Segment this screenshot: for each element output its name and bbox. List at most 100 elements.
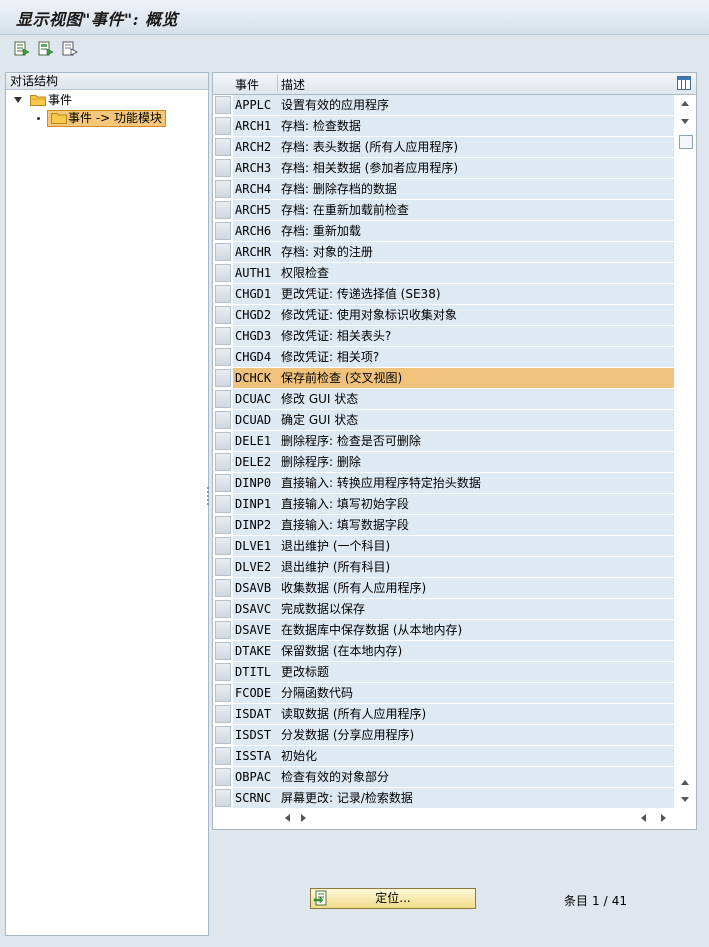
event-code-cell[interactable]: CHGD3 xyxy=(233,326,279,346)
row-selector[interactable] xyxy=(215,642,231,660)
table-row[interactable]: DCUAC 修改 GUI 状态 xyxy=(213,389,674,410)
event-description-cell[interactable]: 保存前检查 (交叉视图) xyxy=(279,368,674,388)
row-selector[interactable] xyxy=(215,474,231,492)
event-code-cell[interactable]: AUTH1 xyxy=(233,263,279,283)
event-description-cell[interactable]: 在数据库中保存数据 (从本地内存) xyxy=(279,620,674,640)
table-row[interactable]: OBPAC 检查有效的对象部分 xyxy=(213,767,674,788)
tree-node-event-function-module[interactable]: 事件 -> 功能模块 xyxy=(34,109,204,127)
table-row[interactable]: DLVE2 退出维护 (所有科目) xyxy=(213,557,674,578)
event-description-cell[interactable]: 直接输入: 填写数据字段 xyxy=(279,515,674,535)
row-selector[interactable] xyxy=(215,411,231,429)
expand-triangle-icon[interactable] xyxy=(14,97,22,103)
table-row[interactable]: DLVE1 退出维护 (一个科目) xyxy=(213,536,674,557)
row-selector[interactable] xyxy=(215,327,231,345)
row-selector[interactable] xyxy=(215,537,231,555)
table-row[interactable]: ARCH4 存档: 删除存档的数据 xyxy=(213,179,674,200)
row-selector[interactable] xyxy=(215,789,231,807)
event-code-cell[interactable]: DLVE2 xyxy=(233,557,279,577)
event-description-cell[interactable]: 修改 GUI 状态 xyxy=(279,389,674,409)
row-selector[interactable] xyxy=(215,432,231,450)
scroll-page-down-icon[interactable] xyxy=(681,119,689,124)
scroll-down-icon[interactable] xyxy=(681,797,689,802)
column-header-description[interactable]: 描述 xyxy=(281,76,305,93)
event-description-cell[interactable]: 权限检查 xyxy=(279,263,674,283)
event-description-cell[interactable]: 退出维护 (所有科目) xyxy=(279,557,674,577)
table-row[interactable]: ISDST 分发数据 (分享应用程序) xyxy=(213,725,674,746)
row-selector[interactable] xyxy=(215,138,231,156)
event-code-cell[interactable]: DINP2 xyxy=(233,515,279,535)
event-description-cell[interactable]: 确定 GUI 状态 xyxy=(279,410,674,430)
table-row[interactable]: ARCH6 存档: 重新加载 xyxy=(213,221,674,242)
event-code-cell[interactable]: ARCH5 xyxy=(233,200,279,220)
row-selector[interactable] xyxy=(215,453,231,471)
event-code-cell[interactable]: DCUAD xyxy=(233,410,279,430)
table-row[interactable]: DCUAD 确定 GUI 状态 xyxy=(213,410,674,431)
event-description-cell[interactable]: 读取数据 (所有人应用程序) xyxy=(279,704,674,724)
row-selector[interactable] xyxy=(215,558,231,576)
scroll-thumb[interactable] xyxy=(679,135,693,149)
scroll-page-up-icon[interactable] xyxy=(681,780,689,785)
row-selector[interactable] xyxy=(215,306,231,324)
event-description-cell[interactable]: 存档: 表头数据 (所有人应用程序) xyxy=(279,137,674,157)
event-description-cell[interactable]: 屏幕更改: 记录/检索数据 xyxy=(279,788,674,808)
row-selector[interactable] xyxy=(215,726,231,744)
row-selector[interactable] xyxy=(215,285,231,303)
event-description-cell[interactable]: 更改凭证: 传递选择值 (SE38) xyxy=(279,284,674,304)
event-description-cell[interactable]: 存档: 对象的注册 xyxy=(279,242,674,262)
tree-node-selected[interactable]: 事件 -> 功能模块 xyxy=(47,110,167,127)
row-selector[interactable] xyxy=(215,159,231,177)
row-selector[interactable] xyxy=(215,516,231,534)
event-description-cell[interactable]: 存档: 在重新加载前检查 xyxy=(279,200,674,220)
event-code-cell[interactable]: CHGD2 xyxy=(233,305,279,325)
table-row[interactable]: AUTH1 权限检查 xyxy=(213,263,674,284)
row-selector[interactable] xyxy=(215,96,231,114)
event-code-cell[interactable]: DCHCK xyxy=(233,368,279,388)
event-code-cell[interactable]: DSAVC xyxy=(233,599,279,619)
event-description-cell[interactable]: 修改凭证: 相关项? xyxy=(279,347,674,367)
event-code-cell[interactable]: DELE2 xyxy=(233,452,279,472)
event-code-cell[interactable]: ISSTA xyxy=(233,746,279,766)
event-description-cell[interactable]: 存档: 检查数据 xyxy=(279,116,674,136)
event-description-cell[interactable]: 完成数据以保存 xyxy=(279,599,674,619)
horizontal-scrollbar-left[interactable] xyxy=(281,811,311,825)
event-description-cell[interactable]: 存档: 删除存档的数据 xyxy=(279,179,674,199)
row-selector[interactable] xyxy=(215,201,231,219)
export-doc-icon[interactable] xyxy=(61,40,79,58)
table-row[interactable]: CHGD2 修改凭证: 使用对象标识收集对象 xyxy=(213,305,674,326)
table-row[interactable]: DSAVE 在数据库中保存数据 (从本地内存) xyxy=(213,620,674,641)
table-row[interactable]: DTITL 更改标题 xyxy=(213,662,674,683)
table-settings-icon[interactable] xyxy=(677,76,691,90)
event-description-cell[interactable]: 设置有效的应用程序 xyxy=(279,95,674,115)
event-code-cell[interactable]: ARCH4 xyxy=(233,179,279,199)
row-selector[interactable] xyxy=(215,705,231,723)
event-description-cell[interactable]: 保留数据 (在本地内存) xyxy=(279,641,674,661)
table-row[interactable]: CHGD3 修改凭证: 相关表头? xyxy=(213,326,674,347)
row-selector[interactable] xyxy=(215,600,231,618)
row-selector[interactable] xyxy=(215,663,231,681)
event-description-cell[interactable]: 修改凭证: 使用对象标识收集对象 xyxy=(279,305,674,325)
event-description-cell[interactable]: 删除程序: 检查是否可删除 xyxy=(279,431,674,451)
event-code-cell[interactable]: DINP1 xyxy=(233,494,279,514)
row-selector[interactable] xyxy=(215,747,231,765)
event-code-cell[interactable]: DLVE1 xyxy=(233,536,279,556)
scroll-right-icon[interactable] xyxy=(661,814,666,822)
table-row[interactable]: DSAVB 收集数据 (所有人应用程序) xyxy=(213,578,674,599)
event-code-cell[interactable]: DCUAC xyxy=(233,389,279,409)
table-row[interactable]: DINP0 直接输入: 转换应用程序特定抬头数据 xyxy=(213,473,674,494)
event-description-cell[interactable]: 退出维护 (一个科目) xyxy=(279,536,674,556)
event-code-cell[interactable]: CHGD1 xyxy=(233,284,279,304)
event-code-cell[interactable]: ARCH3 xyxy=(233,158,279,178)
panel-splitter[interactable] xyxy=(207,485,210,505)
event-description-cell[interactable]: 直接输入: 转换应用程序特定抬头数据 xyxy=(279,473,674,493)
table-row[interactable]: DINP1 直接输入: 填写初始字段 xyxy=(213,494,674,515)
table-row[interactable]: ARCH2 存档: 表头数据 (所有人应用程序) xyxy=(213,137,674,158)
row-selector[interactable] xyxy=(215,243,231,261)
event-code-cell[interactable]: OBPAC xyxy=(233,767,279,787)
event-description-cell[interactable]: 初始化 xyxy=(279,746,674,766)
export-highlight-icon[interactable] xyxy=(37,40,55,58)
event-code-cell[interactable]: DSAVB xyxy=(233,578,279,598)
event-description-cell[interactable]: 更改标题 xyxy=(279,662,674,682)
table-row[interactable]: FCODE 分隔函数代码 xyxy=(213,683,674,704)
event-description-cell[interactable]: 存档: 重新加载 xyxy=(279,221,674,241)
event-code-cell[interactable]: DELE1 xyxy=(233,431,279,451)
